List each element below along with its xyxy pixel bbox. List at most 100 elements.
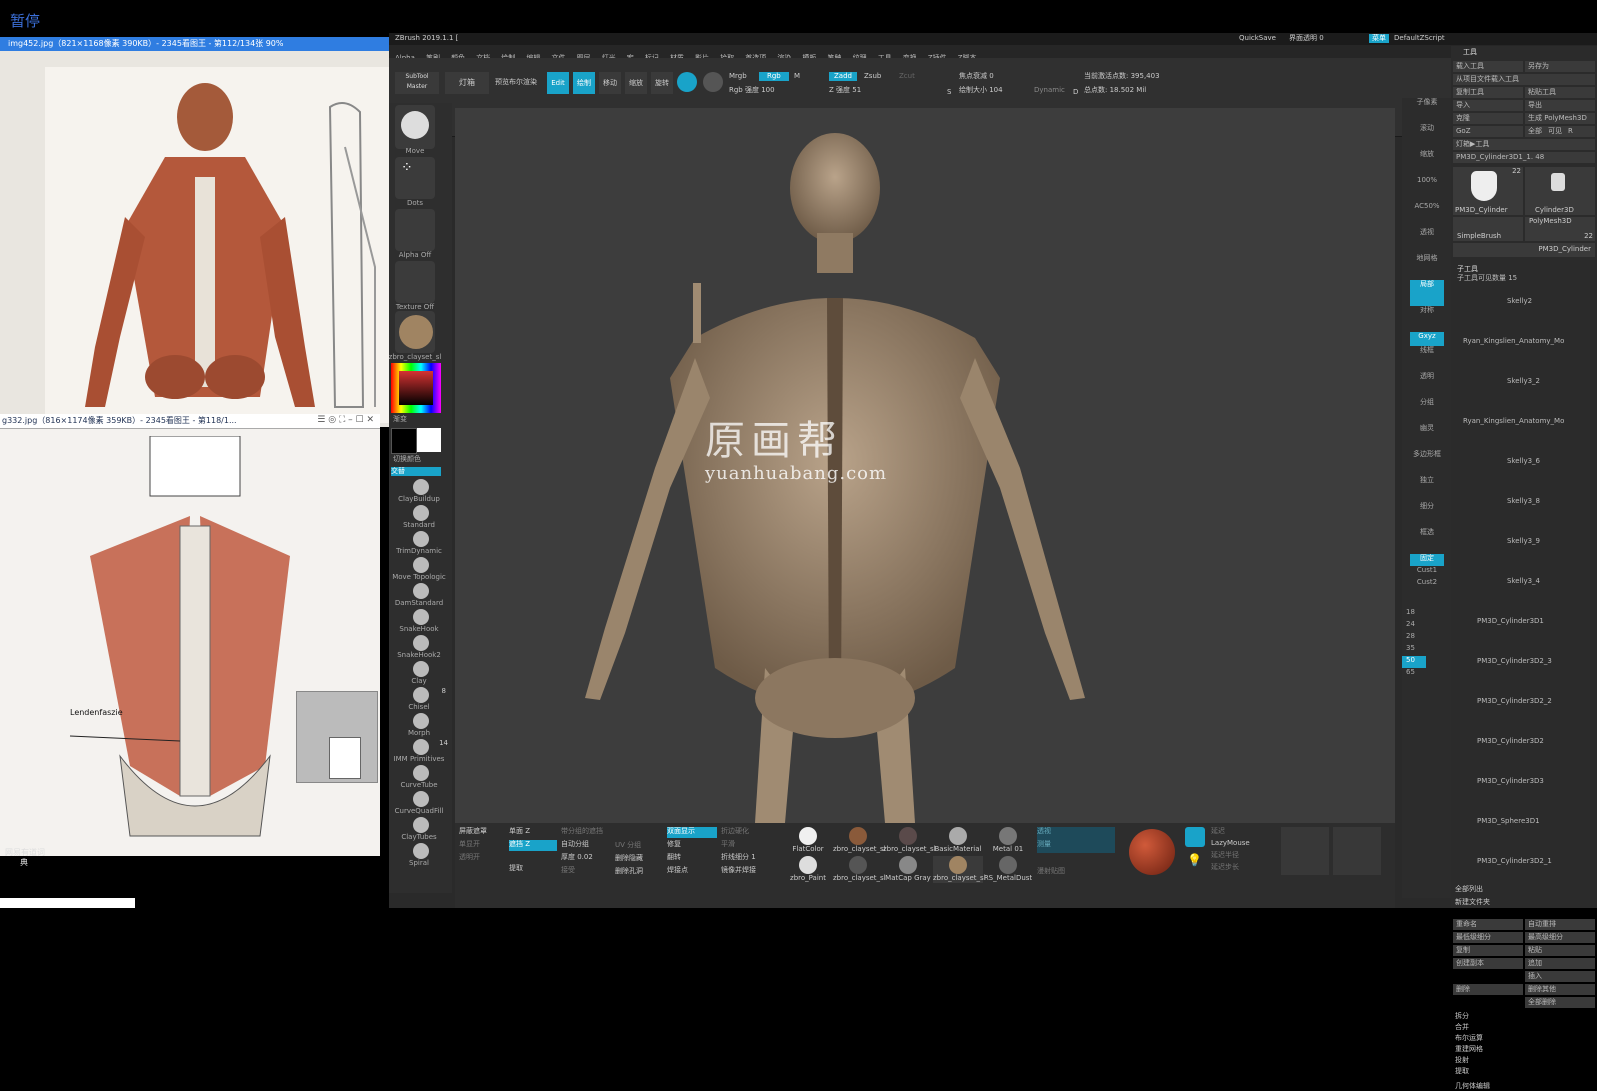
quicksave-button[interactable]: QuickSave xyxy=(1239,34,1276,43)
bottom-option[interactable]: 平滑 xyxy=(721,840,777,853)
material-swatch[interactable]: zbro_clayset_sl xyxy=(883,827,936,854)
tool-thumb[interactable]: PM3D_Cylinder xyxy=(1453,243,1595,257)
bottom-option[interactable]: 透明开 xyxy=(459,853,503,866)
subtool-item[interactable]: PM3D_Cylinder3D1 xyxy=(1457,603,1597,643)
brush-item[interactable]: Morph xyxy=(389,713,452,739)
bottom-option[interactable]: 删除孔洞 xyxy=(615,867,665,880)
dots-stroke-button[interactable]: ⁘ xyxy=(395,157,435,199)
rgb-intensity-slider[interactable]: Rgb 强度 100 xyxy=(729,86,775,95)
brush-item[interactable]: IMM Primitives 14 xyxy=(389,739,452,765)
goz-visible-button[interactable]: 可见 xyxy=(1548,126,1562,137)
current-tool-name[interactable]: PM3D_Cylinder3D1_1. 48 xyxy=(1453,152,1595,163)
split-section[interactable]: 拆分 xyxy=(1451,1008,1597,1021)
shelf-number[interactable]: 18 xyxy=(1402,608,1452,620)
z-intensity-slider[interactable]: Z 强度 51 xyxy=(829,86,861,95)
shelf-number[interactable]: 35 xyxy=(1402,644,1452,656)
remesh-section[interactable]: 重建网格 xyxy=(1451,1043,1597,1054)
scale-mode-button[interactable]: 缩放 xyxy=(625,72,647,94)
fullscreen-icon[interactable]: ⛶ xyxy=(339,415,345,425)
close-icon[interactable]: ✕ xyxy=(366,415,374,425)
lazymouse-icon[interactable] xyxy=(1185,827,1205,847)
make-polymesh-button[interactable]: 生成 PolyMesh3D xyxy=(1525,113,1595,124)
import-button[interactable]: 导入 xyxy=(1453,100,1523,111)
subtool-master-button[interactable]: SubTool Master xyxy=(395,72,439,94)
main-color-swatch[interactable] xyxy=(391,428,417,454)
shelf-button[interactable]: 对称 xyxy=(1402,306,1452,332)
taskbar-label-1[interactable]: 网易有道词 xyxy=(5,848,45,858)
brush-preview-slot[interactable] xyxy=(1333,827,1381,875)
alpha-off-button[interactable] xyxy=(395,209,435,251)
subtool-item[interactable]: Skelly3_9 xyxy=(1457,523,1597,563)
brush-item[interactable]: TrimDynamic xyxy=(389,531,452,557)
bottom-slider[interactable]: 测量 xyxy=(1037,840,1115,853)
subtool-item[interactable]: PM3D_Cylinder3D2_3 xyxy=(1457,643,1597,683)
append-button[interactable]: 追加 xyxy=(1525,958,1595,969)
paste-tool-button[interactable]: 粘贴工具 xyxy=(1525,87,1595,98)
bottom-option[interactable]: 单面 Z xyxy=(509,827,557,840)
transparency-slider[interactable]: 界面透明 0 xyxy=(1289,34,1324,43)
edit-mode-button[interactable]: Edit xyxy=(547,72,569,94)
delete-other-button[interactable]: 删除其他 xyxy=(1525,984,1595,995)
material-swatch[interactable]: MatCap Gray xyxy=(883,856,933,883)
menu-toggle-button[interactable]: 菜单 xyxy=(1369,34,1389,43)
bottom-option[interactable]: UV 分组 xyxy=(615,841,665,854)
shelf-button[interactable]: Gxyz xyxy=(1410,332,1444,346)
shelf-button[interactable]: Cust1 xyxy=(1402,566,1452,578)
brush-item[interactable]: ClayTubes xyxy=(389,817,452,843)
brush-item[interactable]: DamStandard xyxy=(389,583,452,609)
menu-icon[interactable]: ☰ xyxy=(317,415,325,425)
paste-button[interactable]: 粘贴 xyxy=(1525,945,1595,956)
bottom-option[interactable]: 折边硬化 xyxy=(721,827,777,840)
light-icon[interactable]: 💡 xyxy=(1187,853,1202,867)
brush-item[interactable]: CurveQuadFill xyxy=(389,791,452,817)
subtool-item[interactable]: Skelly3_6 xyxy=(1457,443,1597,483)
move-brush-button[interactable] xyxy=(395,105,435,149)
shelf-button[interactable]: 幽灵 xyxy=(1402,424,1452,450)
delete-all-button[interactable]: 全部删除 xyxy=(1525,997,1595,1008)
lazymouse-button[interactable]: LazyMouse xyxy=(1211,839,1250,848)
subtool-item[interactable]: Skelly3_2 xyxy=(1457,363,1597,403)
brush-item[interactable]: CurveTube xyxy=(389,765,452,791)
shelf-button[interactable]: 线框 xyxy=(1402,346,1452,372)
viewer1-title[interactable]: img452.jpg（821×1168像素 390KB）- 2345看图王 - … xyxy=(0,37,389,51)
minimize-icon[interactable]: – xyxy=(348,415,353,425)
zadd-button[interactable]: Zadd xyxy=(829,72,857,81)
auto-reorder-button[interactable]: 自动重排 xyxy=(1525,919,1595,930)
save-as-button[interactable]: 另存为 xyxy=(1525,61,1595,72)
sphere-brush-icon[interactable] xyxy=(677,72,697,92)
draw-size-slider[interactable]: 绘制大小 104 xyxy=(959,86,1003,95)
focal-shift-slider[interactable]: 焦点衰减 0 xyxy=(959,72,994,81)
lightbox-button[interactable]: 灯箱 xyxy=(445,72,489,94)
preview-boolean-button[interactable]: 预览布尔渲染 xyxy=(495,78,537,87)
zcut-button[interactable]: Zcut xyxy=(899,72,915,81)
color-material-ball[interactable] xyxy=(1129,829,1175,875)
switch-color-button[interactable]: 切换颜色 xyxy=(393,455,421,464)
brush-item[interactable]: Standard xyxy=(389,505,452,531)
subtool-item[interactable]: PM3D_Cylinder3D2_1 xyxy=(1457,843,1597,883)
shelf-button[interactable]: AC50% xyxy=(1402,202,1452,228)
shelf-button[interactable]: 子像素 xyxy=(1402,98,1452,124)
tool-thumb[interactable]: SimpleBrush xyxy=(1453,217,1523,241)
brush-item[interactable]: SnakeHook2 xyxy=(389,635,452,661)
load-from-project-button[interactable]: 从项目文件载入工具 xyxy=(1453,74,1595,85)
duplicate-button[interactable]: 创建副本 xyxy=(1453,958,1523,969)
bottom-option[interactable]: 带分组的遮挡 xyxy=(561,827,661,840)
tool-thumb[interactable]: PolyMesh3D 22 xyxy=(1525,217,1595,241)
dynamic-toggle[interactable]: Dynamic xyxy=(1034,86,1065,95)
bottom-option[interactable]: 修复 xyxy=(667,840,717,853)
bottom-option[interactable]: 焊接点 xyxy=(667,866,717,879)
clone-button[interactable]: 克隆 xyxy=(1453,113,1523,124)
bottom-option[interactable]: 屏蔽遮罩 xyxy=(459,827,503,840)
maximize-icon[interactable]: ☐ xyxy=(356,415,364,425)
rotate-mode-button[interactable]: 旋转 xyxy=(651,72,673,94)
default-script[interactable]: DefaultZScript xyxy=(1394,34,1445,43)
all-low-button[interactable]: 最低级细分 xyxy=(1453,932,1523,943)
lazy-label[interactable]: 延迟半径 xyxy=(1211,851,1239,860)
subtool-item[interactable]: Skelly3_4 xyxy=(1457,563,1597,603)
lazy-label[interactable]: 延迟步长 xyxy=(1211,863,1239,872)
goz-all-button[interactable]: 全部 xyxy=(1528,126,1542,137)
brush-item[interactable]: Clay xyxy=(389,661,452,687)
shelf-button[interactable]: 100% xyxy=(1402,176,1452,202)
list-all-button[interactable]: 全部列出 xyxy=(1451,883,1597,896)
zsub-button[interactable]: Zsub xyxy=(864,72,881,81)
